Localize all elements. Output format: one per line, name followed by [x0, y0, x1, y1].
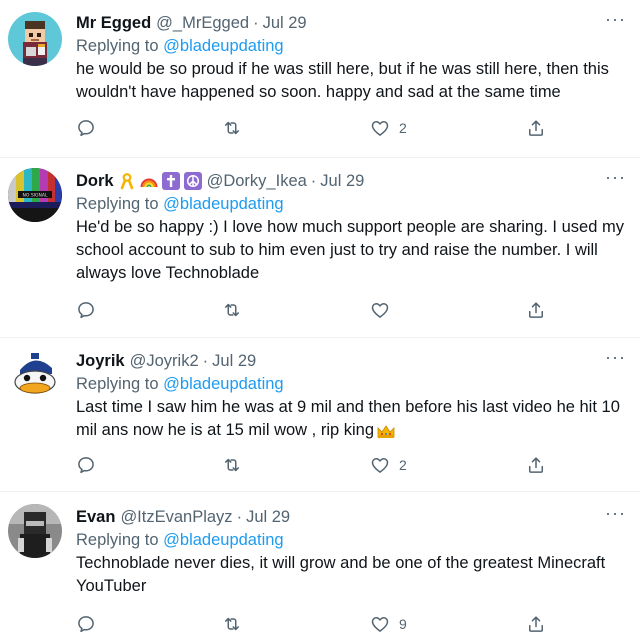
tweet[interactable]: Joyrik @Joyrik2 · Jul 29 ··· Replying to…	[0, 338, 640, 492]
tweet-date[interactable]: Jul 29	[263, 14, 307, 33]
share-icon	[526, 614, 546, 634]
yellow-ribbon-emoji	[118, 172, 136, 190]
tweet-text: He'd be so happy :) I love how much supp…	[76, 218, 624, 282]
heart-icon	[370, 300, 390, 320]
avatar[interactable]	[8, 12, 62, 66]
crown-emoji	[376, 422, 396, 440]
peace-symbol-emoji	[183, 172, 202, 190]
share-icon	[526, 455, 546, 475]
rainbow-emoji	[140, 172, 158, 190]
more-icon[interactable]: ···	[605, 10, 626, 28]
replying-label: Replying to	[76, 531, 159, 549]
heart-icon	[370, 614, 390, 634]
reply-icon	[76, 614, 96, 634]
author-name[interactable]: Evan	[76, 508, 115, 527]
tweet-date[interactable]: Jul 29	[246, 508, 290, 527]
retweet-icon	[222, 455, 242, 475]
reply-button[interactable]	[76, 118, 96, 138]
retweet-button[interactable]	[222, 614, 242, 634]
replying-mention[interactable]: @bladeupdating	[163, 531, 283, 549]
avatar[interactable]	[8, 504, 62, 558]
share-icon	[526, 300, 546, 320]
separator: ·	[236, 507, 243, 526]
more-icon[interactable]: ···	[605, 504, 626, 522]
reply-button[interactable]	[76, 300, 96, 320]
replying-label: Replying to	[76, 375, 159, 393]
tweet-text-body: Last time I saw him he was at 9 mil and …	[76, 398, 620, 439]
share-button[interactable]	[526, 614, 546, 634]
heart-icon	[370, 455, 390, 475]
reply-button[interactable]	[76, 455, 96, 475]
tweet-text: Last time I saw him he was at 9 mil and …	[76, 396, 630, 442]
reply-icon	[76, 300, 96, 320]
separator: ·	[310, 171, 317, 190]
reply-icon	[76, 455, 96, 475]
like-count: 2	[399, 457, 407, 473]
latin-cross-emoji	[161, 172, 180, 190]
replying-mention[interactable]: @bladeupdating	[163, 195, 283, 213]
more-icon[interactable]: ···	[605, 348, 626, 366]
share-button[interactable]	[526, 455, 546, 475]
avatar[interactable]: NO SIGNAL	[8, 168, 62, 222]
tweet[interactable]: Mr Egged @_MrEgged · Jul 29 ··· Replying…	[0, 0, 640, 158]
tweet[interactable]: Evan @ItzEvanPlayz · Jul 29 ··· Replying…	[0, 492, 640, 640]
retweet-icon	[222, 614, 242, 634]
like-button[interactable]: 2	[370, 455, 407, 475]
avatar[interactable]	[8, 348, 62, 402]
author-name[interactable]: Mr Egged	[76, 14, 151, 33]
share-button[interactable]	[526, 118, 546, 138]
share-icon	[526, 118, 546, 138]
reply-button[interactable]	[76, 614, 96, 634]
share-button[interactable]	[526, 300, 546, 320]
retweet-button[interactable]	[222, 300, 242, 320]
replying-to: Replying to @bladeupdating	[76, 35, 630, 57]
author-handle[interactable]: @ItzEvanPlayz	[120, 508, 232, 527]
replying-to: Replying to @bladeupdating	[76, 373, 630, 395]
like-button[interactable]	[370, 300, 399, 320]
replying-mention[interactable]: @bladeupdating	[163, 37, 283, 55]
reply-icon	[76, 118, 96, 138]
like-button[interactable]: 9	[370, 614, 407, 634]
retweet-button[interactable]	[222, 118, 242, 138]
separator: ·	[253, 13, 259, 32]
replying-to: Replying to @bladeupdating	[76, 193, 630, 215]
author-name[interactable]: Joyrik	[76, 352, 125, 371]
svg-text:NO SIGNAL: NO SIGNAL	[23, 193, 48, 199]
more-icon[interactable]: ···	[605, 168, 626, 186]
like-count: 9	[399, 616, 407, 632]
replying-mention[interactable]: @bladeupdating	[163, 375, 283, 393]
replying-to: Replying to @bladeupdating	[76, 529, 630, 551]
tweet-text: he would be so proud if he was still her…	[76, 60, 609, 101]
like-button[interactable]: 2	[370, 118, 407, 138]
tweet[interactable]: NO SIGNAL Dork @Dorky_Ikea · Jul 29 ··· …	[0, 158, 640, 338]
tweet-date[interactable]: Jul 29	[212, 352, 256, 371]
replying-label: Replying to	[76, 195, 159, 213]
retweet-icon	[222, 300, 242, 320]
author-name[interactable]: Dork	[76, 172, 114, 191]
author-handle[interactable]: @_MrEgged	[156, 14, 249, 33]
retweet-icon	[222, 118, 242, 138]
separator: ·	[202, 351, 209, 370]
retweet-button[interactable]	[222, 455, 242, 475]
like-count: 2	[399, 120, 407, 136]
author-handle[interactable]: @Dorky_Ikea	[207, 172, 307, 191]
author-handle[interactable]: @Joyrik2	[130, 352, 199, 371]
tweet-text: Technoblade never dies, it will grow and…	[76, 554, 606, 595]
replying-label: Replying to	[76, 37, 159, 55]
tweet-date[interactable]: Jul 29	[320, 172, 364, 191]
heart-icon	[370, 118, 390, 138]
